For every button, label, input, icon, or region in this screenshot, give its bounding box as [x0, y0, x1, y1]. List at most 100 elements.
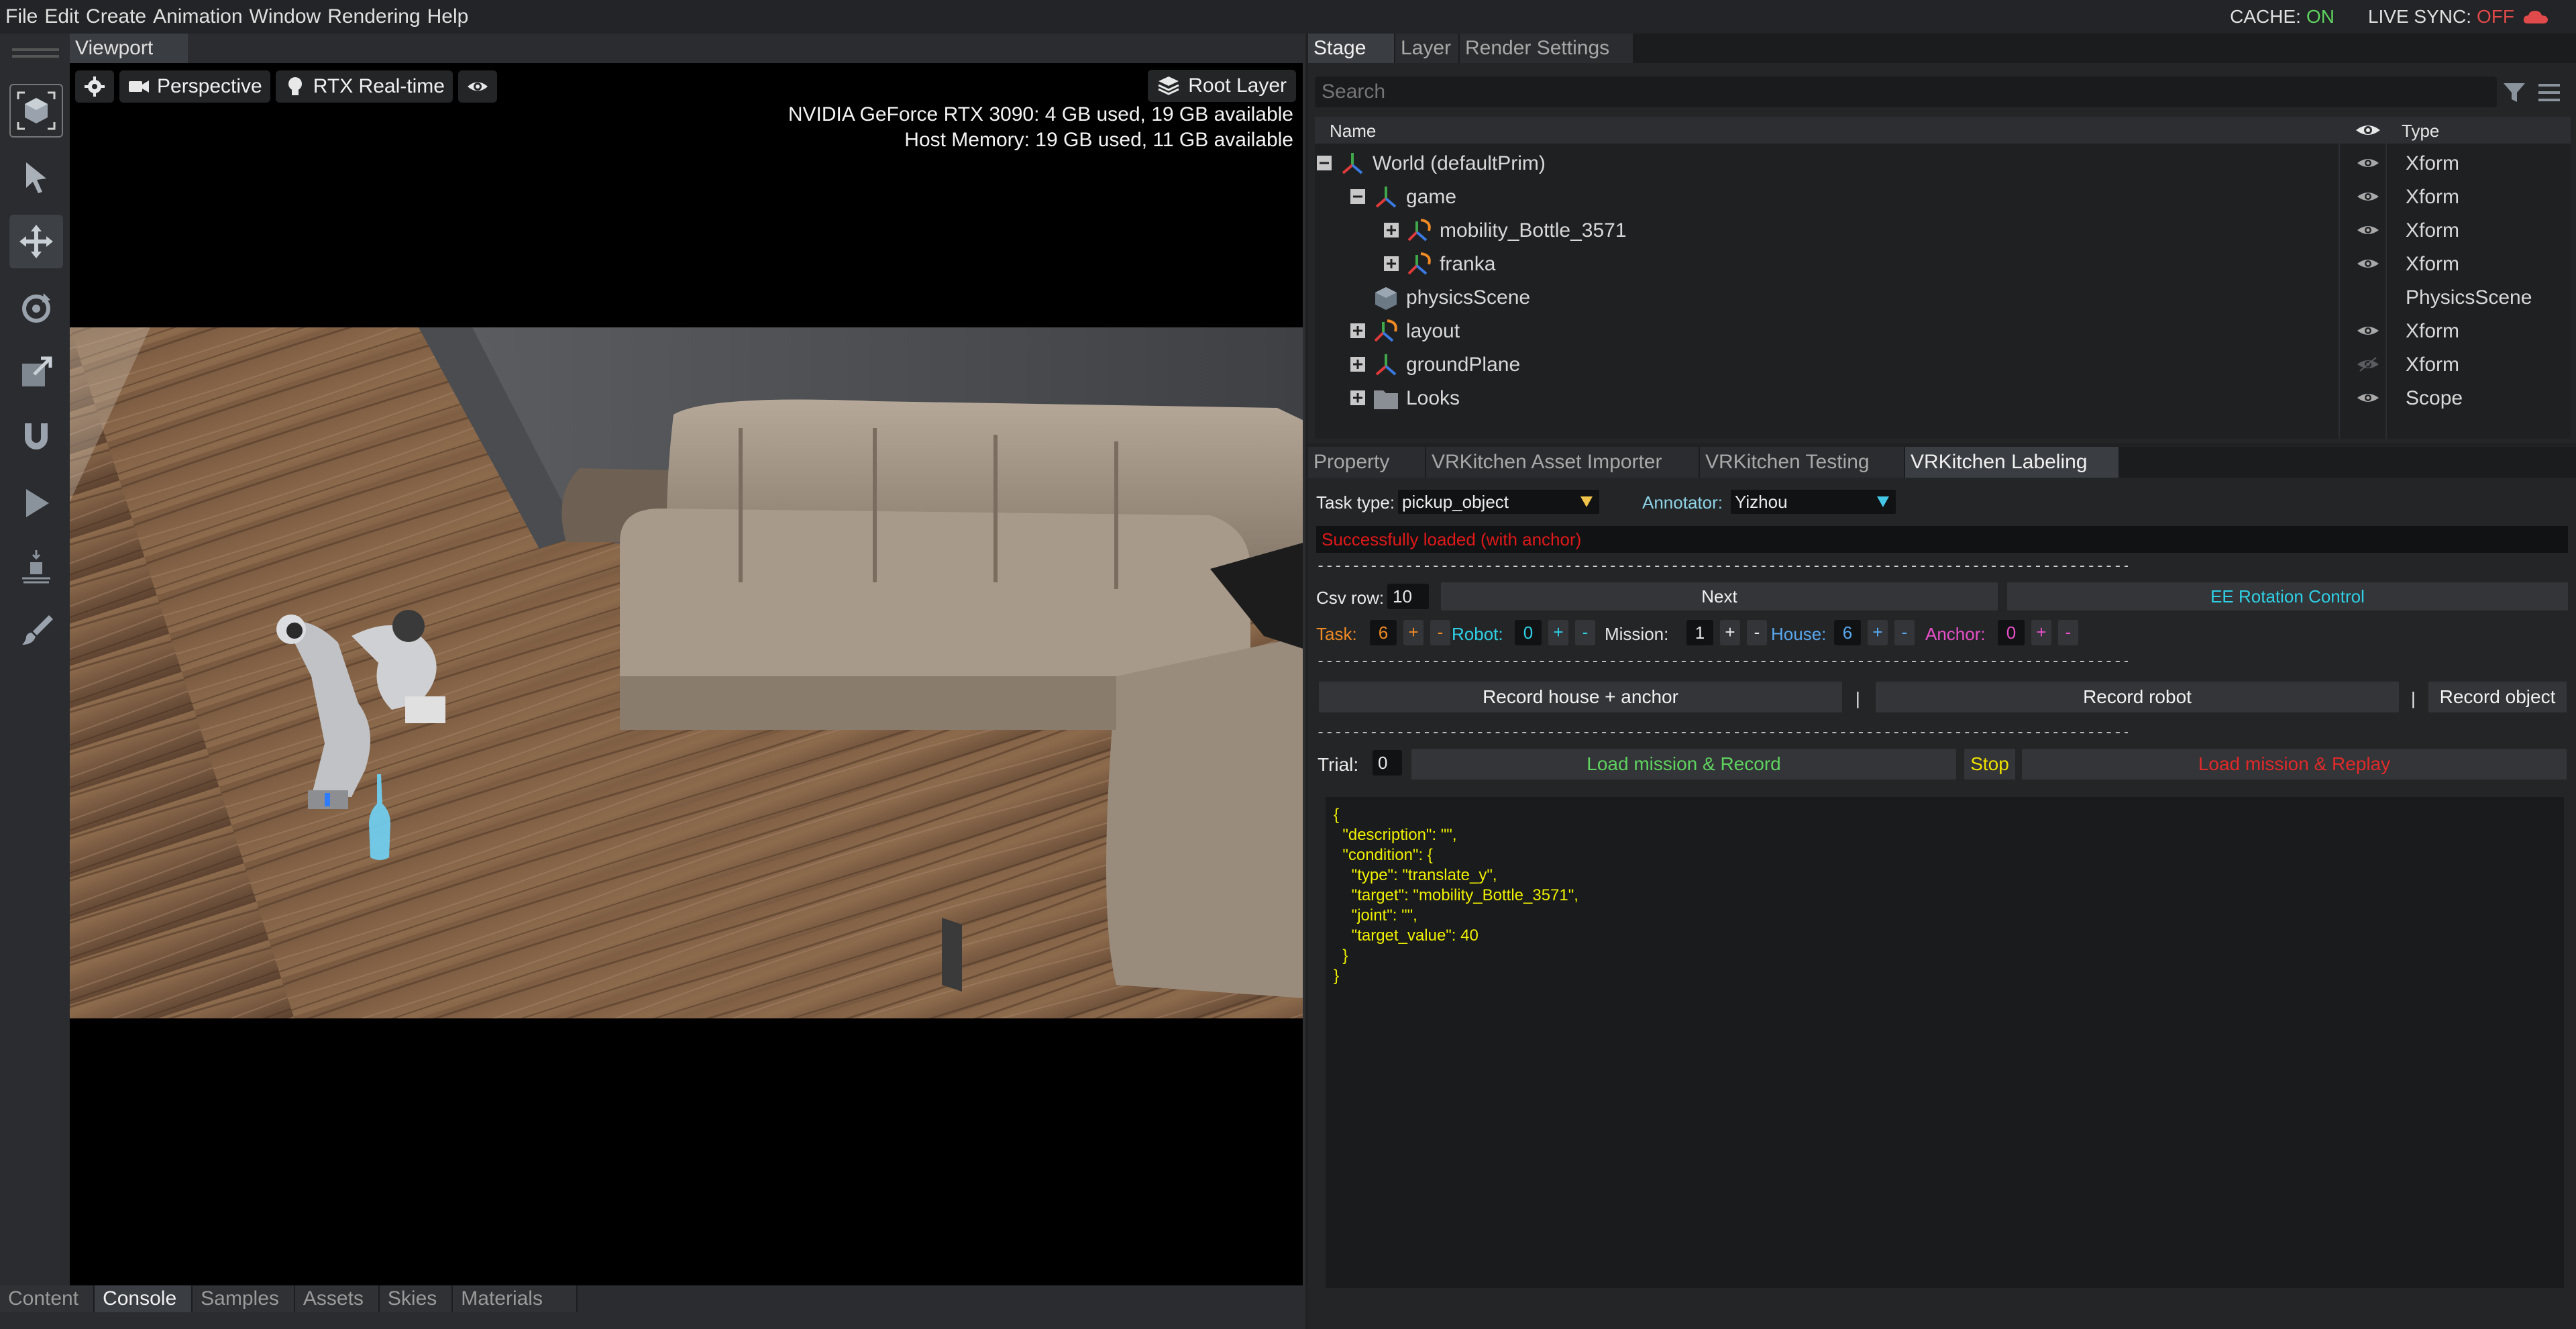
record-object-button[interactable]: Record object: [2428, 682, 2567, 712]
tab-samples[interactable]: Samples: [193, 1285, 295, 1312]
tab-console[interactable]: Console: [95, 1285, 193, 1312]
expand-icon[interactable]: [1350, 390, 1366, 406]
xform-axes-icon: [1342, 153, 1363, 174]
cache-value[interactable]: ON: [2306, 6, 2334, 28]
column-name-header[interactable]: Name: [1330, 121, 1376, 142]
counter-value[interactable]: 6: [1834, 620, 1861, 645]
menu-help[interactable]: Help: [427, 5, 469, 28]
decrement-button[interactable]: -: [1747, 620, 1767, 645]
record-robot-button[interactable]: Record robot: [1876, 682, 2399, 712]
eye-icon[interactable]: [2356, 388, 2380, 407]
menu-window[interactable]: Window: [250, 5, 321, 28]
select-button[interactable]: [9, 151, 63, 205]
stop-button[interactable]: Stop: [1964, 749, 2015, 780]
select-mode-button[interactable]: [9, 84, 63, 138]
ee-rotation-control-button[interactable]: EE Rotation Control: [2007, 582, 2568, 610]
physics-button[interactable]: [9, 540, 63, 594]
menu-edit[interactable]: Edit: [44, 5, 79, 28]
counter-value[interactable]: 0: [1515, 620, 1542, 645]
tree-row[interactable]: World (defaultPrim) Xform: [1315, 146, 2571, 180]
tree-row[interactable]: franka Xform: [1315, 247, 2571, 280]
load-mission-replay-button[interactable]: Load mission & Replay: [2022, 749, 2567, 780]
tab-stage[interactable]: Stage: [1308, 34, 1395, 63]
expand-icon[interactable]: [1350, 323, 1366, 339]
tab-testing[interactable]: VRKitchen Testing: [1700, 447, 1905, 478]
scale-icon: [22, 356, 52, 386]
tab-viewport[interactable]: Viewport: [70, 34, 188, 63]
eye-icon[interactable]: [2356, 154, 2380, 172]
toolbar-grip[interactable]: [12, 48, 59, 51]
counter-value[interactable]: 1: [1686, 620, 1713, 645]
column-type-header[interactable]: Type: [2402, 121, 2439, 142]
expand-icon[interactable]: [1383, 256, 1399, 272]
next-button[interactable]: Next: [1441, 582, 1998, 610]
snap-button[interactable]: [9, 409, 63, 463]
increment-button[interactable]: +: [2031, 620, 2051, 645]
root-layer-label: Root Layer: [1188, 74, 1287, 97]
renderer-selector[interactable]: RTX Real-time: [275, 70, 453, 103]
camera-selector[interactable]: Perspective: [119, 70, 270, 103]
trial-input[interactable]: 0: [1373, 750, 1402, 776]
eye-icon[interactable]: [2356, 187, 2380, 206]
tab-labeling[interactable]: VRKitchen Labeling: [1905, 447, 2120, 478]
eye-icon[interactable]: [2356, 221, 2380, 240]
viewport[interactable]: Perspective RTX Real-time Root Layer NVI…: [70, 63, 1305, 1285]
play-button[interactable]: [9, 476, 63, 530]
scene-render[interactable]: [70, 327, 1305, 1018]
tab-asset-importer[interactable]: VRKitchen Asset Importer: [1426, 447, 1700, 478]
collapse-icon[interactable]: [1350, 189, 1366, 205]
live-sync-value[interactable]: OFF: [2477, 6, 2514, 28]
tab-materials[interactable]: Materials: [453, 1285, 578, 1312]
hamburger-menu-icon[interactable]: [2536, 79, 2563, 106]
tab-layer[interactable]: Layer: [1395, 34, 1460, 63]
stage-search-input[interactable]: [1315, 76, 2497, 107]
expand-icon[interactable]: [1383, 222, 1399, 238]
counter-value[interactable]: 0: [1998, 620, 2025, 645]
visibility-button[interactable]: [458, 70, 497, 103]
menu-file[interactable]: File: [5, 5, 38, 28]
tree-row[interactable]: game Xform: [1315, 180, 2571, 213]
decrement-button[interactable]: -: [1575, 620, 1595, 645]
tree-row[interactable]: groundPlane Xform: [1315, 348, 2571, 381]
load-mission-record-button[interactable]: Load mission & Record: [1411, 749, 1956, 780]
tab-assets[interactable]: Assets: [294, 1285, 380, 1312]
record-house-anchor-button[interactable]: Record house + anchor: [1319, 682, 1842, 712]
paint-button[interactable]: [9, 604, 63, 657]
cloud-icon[interactable]: [2522, 9, 2549, 25]
menu-rendering[interactable]: Rendering: [327, 5, 420, 28]
expand-icon[interactable]: [1350, 356, 1366, 372]
tab-property[interactable]: Property: [1308, 447, 1426, 478]
viewport-settings-button[interactable]: [75, 70, 114, 103]
increment-button[interactable]: +: [1548, 620, 1568, 645]
tree-row[interactable]: physicsScene PhysicsScene: [1315, 280, 2571, 314]
menu-create[interactable]: Create: [86, 5, 146, 28]
menu-animation[interactable]: Animation: [153, 5, 242, 28]
counter-value[interactable]: 6: [1370, 620, 1397, 645]
move-button[interactable]: [9, 215, 63, 268]
eye-hidden-icon[interactable]: [2356, 355, 2380, 374]
eye-icon[interactable]: [2356, 321, 2380, 340]
decrement-button[interactable]: -: [1894, 620, 1915, 645]
decrement-button[interactable]: -: [2058, 620, 2078, 645]
filter-icon[interactable]: [2501, 79, 2528, 106]
task-type-dropdown[interactable]: pickup_object: [1398, 490, 1599, 514]
mission-json-editor[interactable]: { "description": "", "condition": { "typ…: [1326, 797, 2564, 1288]
tab-render-settings[interactable]: Render Settings: [1460, 34, 1634, 63]
visibility-column-icon[interactable]: [2355, 119, 2381, 141]
tab-content[interactable]: Content: [0, 1285, 95, 1312]
tab-skies[interactable]: Skies: [379, 1285, 453, 1312]
eye-icon[interactable]: [2356, 254, 2380, 273]
increment-button[interactable]: +: [1720, 620, 1740, 645]
tree-row[interactable]: layout Xform: [1315, 314, 2571, 348]
annotator-dropdown[interactable]: Yizhou: [1731, 490, 1896, 514]
increment-button[interactable]: +: [1403, 620, 1424, 645]
tree-row[interactable]: Looks Scope: [1315, 381, 2571, 415]
rotate-button[interactable]: [9, 282, 63, 335]
scale-button[interactable]: [9, 345, 63, 399]
decrement-button[interactable]: -: [1430, 620, 1450, 645]
root-layer-button[interactable]: Root Layer: [1148, 70, 1296, 102]
collapse-icon[interactable]: [1316, 155, 1332, 171]
increment-button[interactable]: +: [1868, 620, 1888, 645]
csv-row-input[interactable]: 10: [1387, 584, 1429, 609]
tree-row[interactable]: mobility_Bottle_3571 Xform: [1315, 213, 2571, 247]
